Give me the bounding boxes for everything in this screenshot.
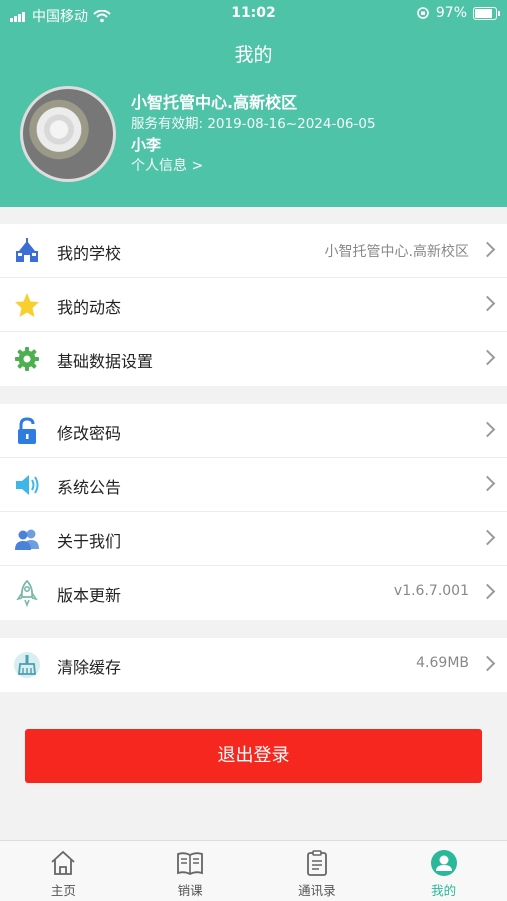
speaker-icon (16, 475, 39, 495)
tab-home[interactable]: 主页 (0, 841, 127, 901)
home-icon (51, 850, 75, 875)
users-icon (15, 529, 39, 550)
book-icon (177, 852, 204, 876)
profile-icon (430, 850, 457, 876)
avatar[interactable] (20, 86, 116, 182)
user-name: 小李 (131, 136, 162, 154)
menu-item-value: 小智托管中心.高新校区 (324, 244, 469, 260)
rocket-icon (16, 579, 38, 607)
page-title: 我的 (234, 44, 273, 66)
menu-item-label: 我的学校 (57, 244, 122, 263)
tab-contacts[interactable]: 通讯录 (254, 841, 381, 901)
menu-item-about-us[interactable]: 关于我们 (0, 512, 507, 566)
tab-label: 主页 (50, 883, 76, 898)
lock-icon (18, 417, 36, 444)
chevron-right-icon (479, 241, 496, 258)
menu-item-change-password[interactable]: 修改密码 (0, 404, 507, 458)
battery-fill (475, 8, 493, 18)
profile-info[interactable]: 小智托管中心.高新校区 服务有效期: 2019-08-16~2024-06-05… (131, 92, 376, 176)
service-validity: 服务有效期: 2019-08-16~2024-06-05 (131, 116, 376, 132)
school-name: 小智托管中心.高新校区 (131, 93, 298, 112)
tab-bar: 主页 销课 通讯录 我的 (0, 840, 507, 901)
chevron-right-icon (479, 349, 496, 366)
menu-item-basic-data-settings[interactable]: 基础数据设置 (0, 332, 507, 386)
chevron-right-icon (479, 295, 496, 312)
clipboard-icon (306, 850, 327, 876)
chevron-right-icon (479, 421, 496, 438)
menu-group-1: 我的学校 小智托管中心.高新校区 我的动态 基础数据设置 (0, 224, 507, 386)
menu-item-label: 关于我们 (57, 532, 122, 551)
chevron-right-icon (479, 529, 496, 546)
menu-item-value: 4.69MB (416, 655, 469, 671)
tab-label: 销课 (177, 883, 203, 898)
menu-item-my-updates[interactable]: 我的动态 (0, 278, 507, 332)
menu-item-value: v1.6.7.001 (393, 583, 469, 599)
menu-item-system-notice[interactable]: 系统公告 (0, 458, 507, 512)
tab-label: 我的 (431, 883, 457, 898)
status-bar: 中国移动 11:02 97% (0, 0, 507, 28)
tab-class-checkout[interactable]: 销课 (127, 841, 254, 901)
menu-item-label: 系统公告 (57, 478, 122, 497)
chevron-right-icon (479, 475, 496, 492)
menu-item-label: 清除缓存 (57, 658, 122, 677)
menu-item-clear-cache[interactable]: 清除缓存 4.69MB (0, 638, 507, 692)
school-icon (16, 238, 38, 262)
menu-item-my-school[interactable]: 我的学校 小智托管中心.高新校区 (0, 224, 507, 278)
battery-icon (473, 6, 500, 20)
orientation-lock-icon (417, 7, 429, 19)
gear-icon (15, 347, 39, 371)
menu-item-label: 修改密码 (57, 424, 122, 443)
tab-mine[interactable]: 我的 (380, 841, 507, 901)
menu-group-2: 修改密码 系统公告 关于我们 版本更新 v1.6.7.001 (0, 404, 507, 620)
profile-info-link[interactable]: 个人信息 > (131, 156, 376, 176)
broom-icon (14, 652, 40, 678)
menu-item-label: 基础数据设置 (57, 352, 154, 371)
star-icon (15, 293, 39, 317)
chevron-right-icon (479, 655, 496, 672)
logout-button[interactable]: 退出登录 (25, 729, 482, 783)
profile-header: 中国移动 11:02 97% 我的 小智托管中心.高新校区 服务有效期: 201… (0, 0, 507, 207)
tab-label: 通讯录 (298, 883, 336, 898)
chevron-right-icon (479, 583, 496, 600)
menu-item-label: 版本更新 (57, 586, 122, 605)
menu-group-3: 清除缓存 4.69MB (0, 638, 507, 692)
menu-item-label: 我的动态 (57, 298, 122, 317)
battery-percent: 97% (435, 5, 467, 21)
menu-item-version-update[interactable]: 版本更新 v1.6.7.001 (0, 566, 507, 620)
